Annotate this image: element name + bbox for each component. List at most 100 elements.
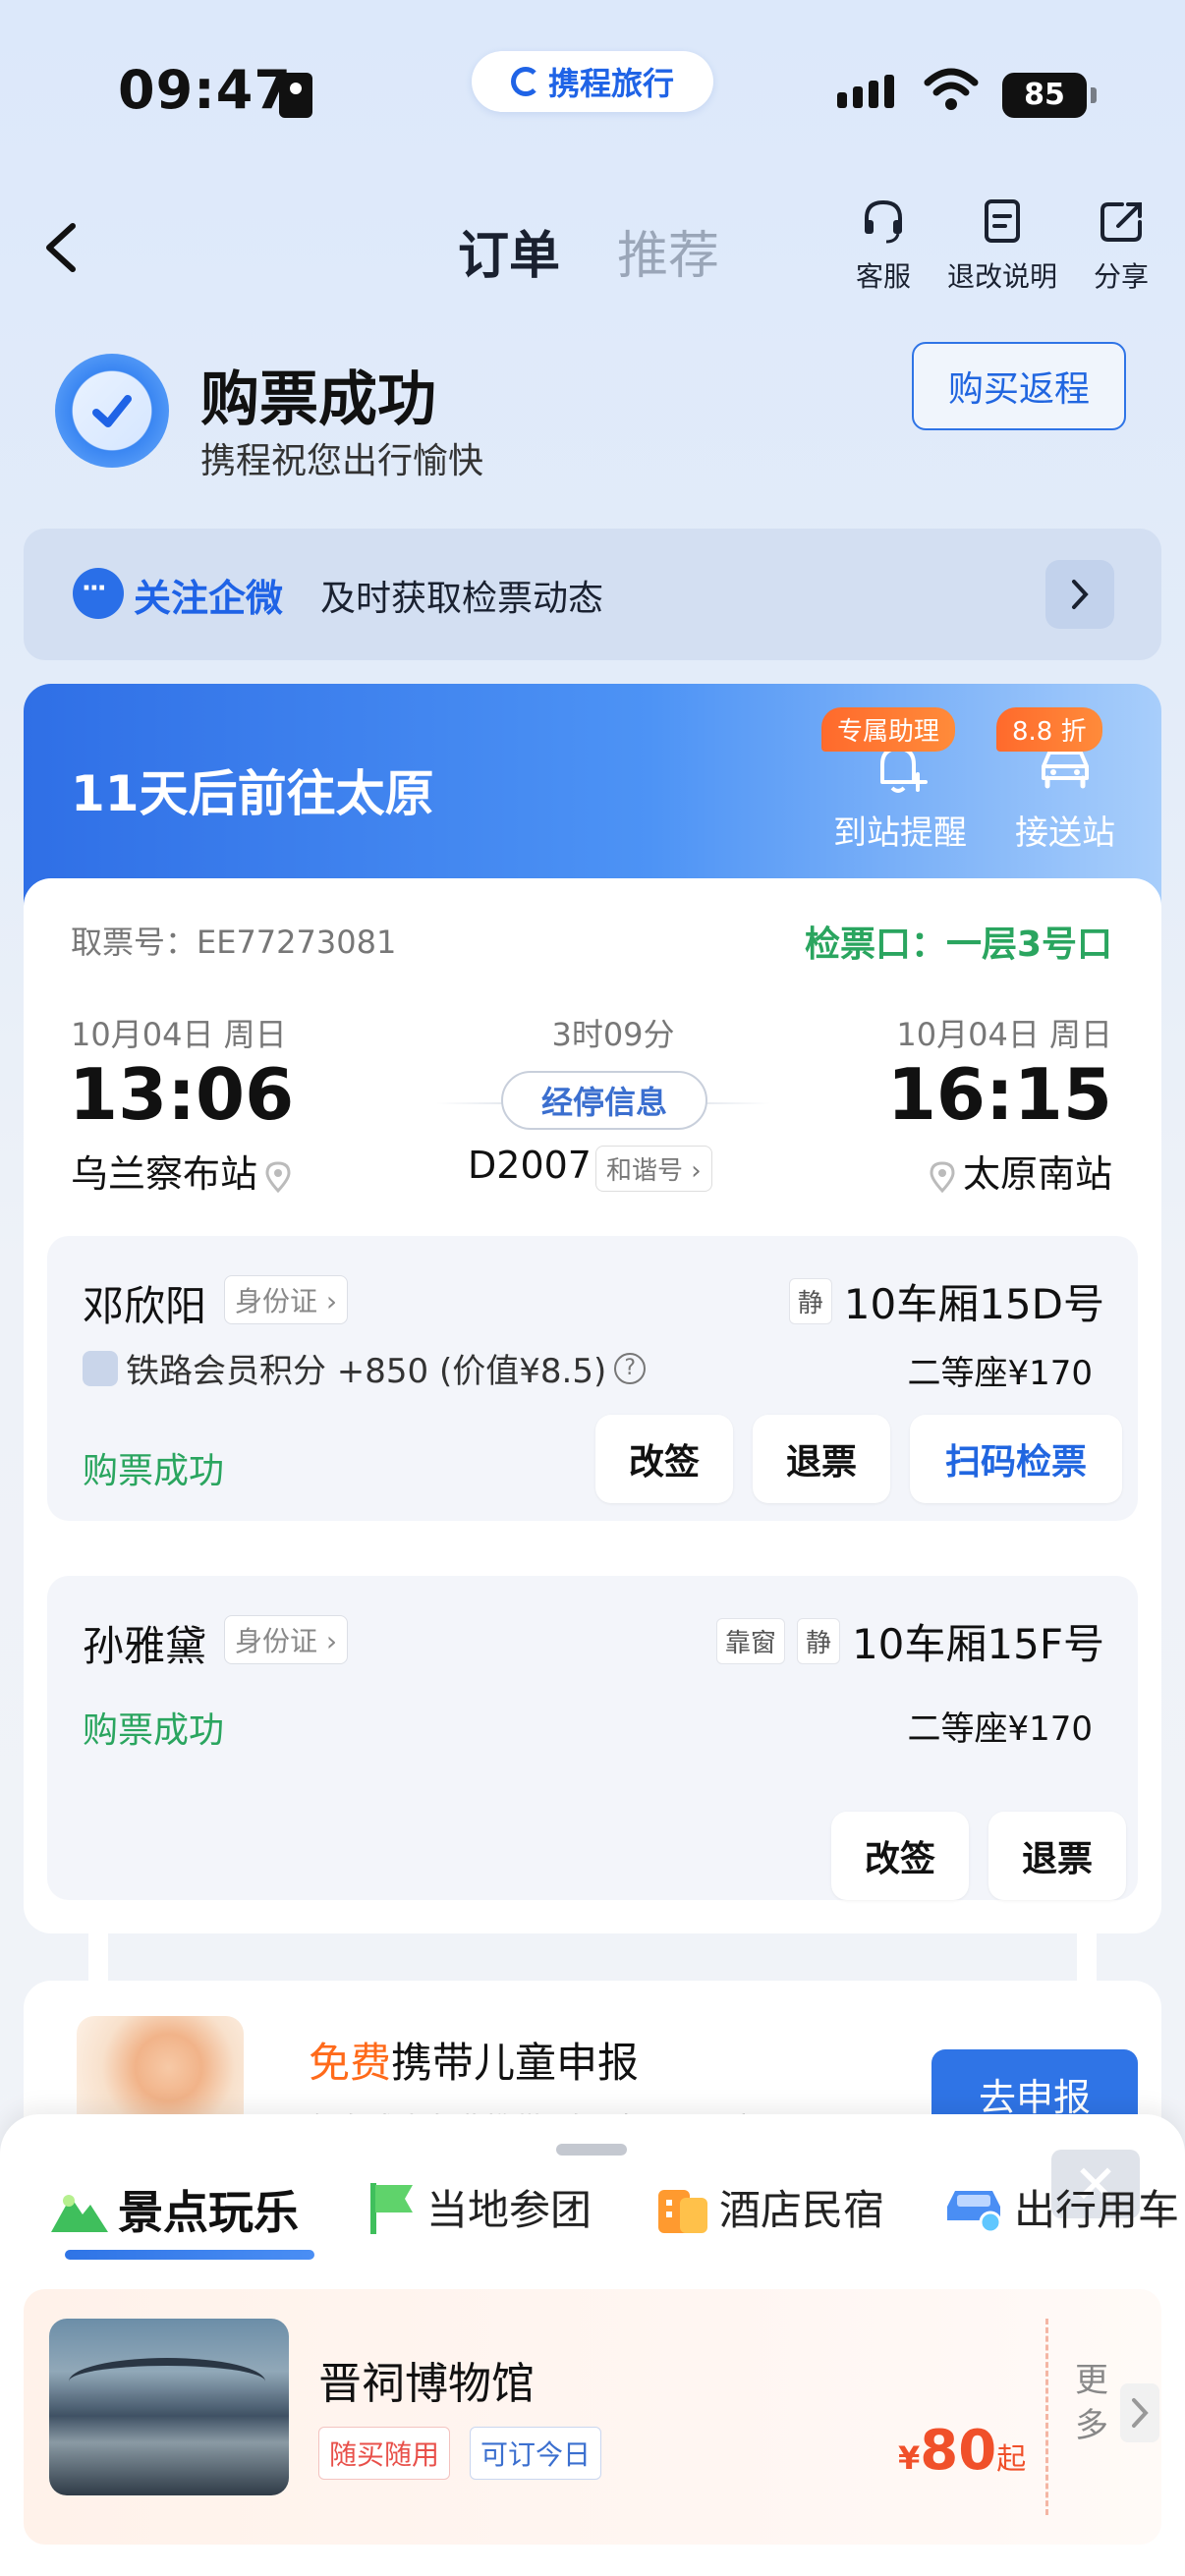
seat-number: 10车厢15F号	[851, 1620, 1104, 1668]
card-connector	[88, 1926, 108, 1988]
assistant-badge: 专属助理	[821, 707, 956, 752]
price-value: 80	[920, 2419, 997, 2483]
chat-bubble-icon	[73, 568, 124, 619]
ticket-status: 购票成功	[83, 1451, 225, 1491]
drag-handle[interactable]	[556, 2144, 627, 2156]
tab-order[interactable]: 订单	[458, 214, 560, 288]
notice-highlight: 关注企微	[134, 577, 284, 620]
chevron-right-icon[interactable]	[1045, 560, 1114, 629]
refund-ticket-button[interactable]: 退票	[753, 1415, 890, 1503]
help-icon[interactable]: ?	[614, 1352, 647, 1384]
trip-header: 11天后前往太原 专属助理 到站提醒 8.8 折 接送站	[24, 684, 1161, 910]
notice-text: 及时获取检票动态	[320, 579, 604, 619]
points-coin-icon	[83, 1350, 118, 1386]
change-ticket-button[interactable]: 改签	[831, 1812, 969, 1900]
change-ticket-button[interactable]: 改签	[595, 1415, 733, 1503]
refund-policy-label: 退改说明	[946, 260, 1057, 293]
ticket-fetch-number: 取票号：EE77273081	[71, 924, 397, 961]
stop-info-button[interactable]: 经停信息	[501, 1071, 707, 1130]
transfer-button[interactable]: 8.8 折 接送站	[987, 707, 1144, 854]
quiet-carriage-tag: 静	[796, 1618, 840, 1664]
promo-title-text: 携带儿童申报	[391, 2039, 640, 2087]
customer-service-label: 客服	[855, 260, 911, 293]
category-tab-label: 酒店民宿	[719, 2186, 885, 2234]
train-type-tag[interactable]: 和谐号 ›	[595, 1146, 712, 1192]
scan-check-in-button[interactable]: 扫码检票	[910, 1415, 1122, 1503]
card-connector	[1077, 1926, 1097, 1988]
arrival-station-name: 太原南站	[962, 1152, 1112, 1196]
brand-name: 携程旅行	[547, 65, 674, 102]
document-icon	[985, 199, 1020, 243]
battery-indicator: 85	[1002, 73, 1097, 118]
more-label[interactable]: 更多	[1075, 2358, 1114, 2448]
mountain-icon	[51, 2195, 108, 2232]
headset-icon	[865, 199, 902, 244]
wecom-notice-banner[interactable]: 关注企微 及时获取检票动态	[24, 529, 1161, 660]
customer-service-button[interactable]: 客服	[829, 196, 937, 295]
attraction-photo	[49, 2319, 289, 2495]
car-icon	[947, 2190, 1002, 2233]
category-tab-car-rental[interactable]: 出行用车	[943, 2177, 1179, 2237]
window-seat-tag: 靠窗	[715, 1618, 785, 1664]
tab-recommend[interactable]: 推荐	[617, 214, 719, 288]
price-suffix: 起	[996, 2442, 1027, 2477]
contact-card-icon	[279, 73, 312, 118]
departure-date: 10月04日 周日	[71, 1016, 287, 1053]
seat-info: 静 10车厢15D号	[788, 1271, 1104, 1331]
active-tab-indicator	[65, 2250, 314, 2260]
attraction-price: ¥80起	[898, 2419, 1026, 2483]
quiet-carriage-tag: 静	[788, 1278, 832, 1324]
arrival-reminder-button[interactable]: 专属助理 到站提醒	[821, 707, 979, 854]
location-pin-icon	[265, 1160, 291, 1193]
hotel-icon	[658, 2189, 707, 2233]
arrival-station[interactable]: 太原南站	[922, 1144, 1112, 1198]
purchase-success-subtitle: 携程祝您出行愉快	[200, 441, 484, 481]
seat-number: 10车厢15D号	[843, 1280, 1104, 1328]
cellular-signal-icon	[837, 75, 894, 108]
arrival-date: 10月04日 周日	[896, 1016, 1112, 1053]
purchase-success-title: 购票成功	[200, 365, 436, 434]
chevron-right-icon[interactable]	[1120, 2383, 1159, 2442]
destination-countdown: 11天后前往太原	[71, 765, 434, 822]
id-type-tag[interactable]: 身份证 ›	[224, 1275, 349, 1324]
brand-logo-icon	[510, 67, 540, 96]
refund-ticket-button[interactable]: 退票	[988, 1812, 1126, 1900]
promo-title: 免费携带儿童申报	[309, 2030, 639, 2090]
arrival-time: 16:15	[886, 1053, 1112, 1136]
departure-time: 13:06	[69, 1053, 295, 1136]
instant-use-tag: 随买随用	[318, 2427, 451, 2480]
departure-station-name: 乌兰察布站	[71, 1152, 258, 1196]
refund-policy-button[interactable]: 退改说明	[933, 196, 1071, 295]
dashed-divider	[1045, 2319, 1048, 2515]
status-time: 09:47	[118, 59, 292, 121]
location-pin-icon	[930, 1160, 955, 1193]
share-button[interactable]: 分享	[1067, 196, 1175, 295]
category-tab-label: 出行用车	[1014, 2186, 1180, 2234]
status-bar: 09:47 携程旅行 85	[0, 0, 1185, 187]
share-icon	[1100, 202, 1142, 242]
seat-info: 靠窗静 10车厢15F号	[715, 1611, 1104, 1671]
trip-duration: 3时09分	[551, 1016, 675, 1053]
category-tab-attractions[interactable]: 景点玩乐	[49, 2177, 299, 2242]
check-in-gate: 检票口：一层3号口	[804, 924, 1112, 965]
passenger-card: 孙雅黛 身份证 › 靠窗静 10车厢15F号 购票成功 二等座¥170 改签 退票	[47, 1576, 1138, 1900]
category-tab-local-tours[interactable]: 当地参团	[366, 2177, 592, 2237]
book-today-tag: 可订今日	[470, 2427, 602, 2480]
recommend-sheet: ✕ 景点玩乐 当地参团 酒店民宿 出行用车 晋祠博物馆 随买随用 可订今日 ¥8…	[0, 2114, 1185, 2576]
success-check-icon	[55, 354, 169, 468]
id-type-tag[interactable]: 身份证 ›	[224, 1615, 349, 1664]
passenger-card: 邓欣阳 身份证 › 静 10车厢15D号 铁路会员积分 +850 (价值¥8.5)…	[47, 1236, 1138, 1521]
arrival-reminder-label: 到站提醒	[833, 813, 967, 853]
buy-return-button[interactable]: 购买返程	[912, 342, 1126, 430]
departure-station[interactable]: 乌兰察布站	[71, 1144, 299, 1198]
attraction-item-card[interactable]: 晋祠博物馆 随买随用 可订今日 ¥80起 更多	[24, 2289, 1161, 2545]
category-tab-label: 景点玩乐	[118, 2186, 299, 2239]
category-tab-hotels[interactable]: 酒店民宿	[654, 2177, 884, 2237]
price-currency: ¥	[898, 2439, 921, 2477]
wifi-icon	[924, 68, 979, 110]
category-tab-label: 当地参团	[426, 2186, 592, 2234]
flag-icon	[370, 2182, 413, 2234]
brand-pill: 携程旅行	[472, 51, 713, 112]
seat-price: 二等座¥170	[907, 1709, 1093, 1749]
back-icon[interactable]	[39, 216, 83, 279]
